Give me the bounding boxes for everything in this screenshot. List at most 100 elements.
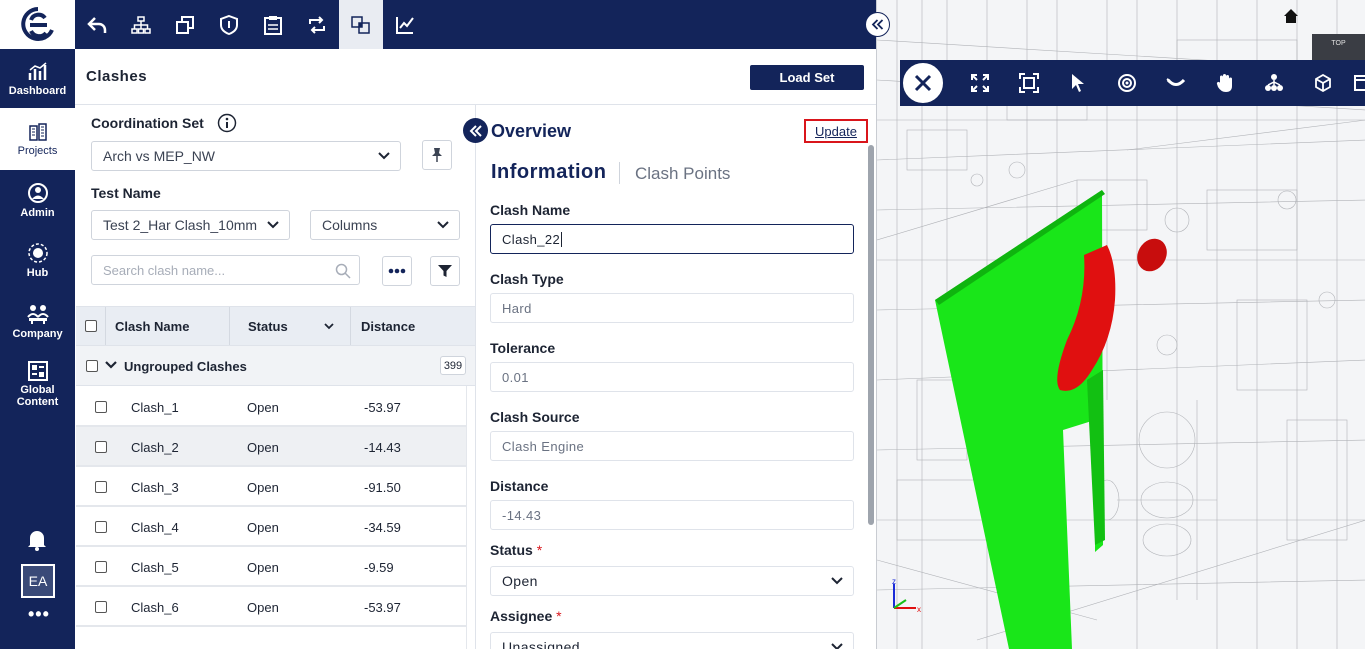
more-options-button[interactable] <box>382 256 412 286</box>
chart-check-icon <box>396 16 414 34</box>
home-view-button[interactable] <box>1283 8 1299 29</box>
test-name-select[interactable]: Test 2_Har Clash_10mm <box>91 210 290 240</box>
clash-name-value: Clash_22 <box>502 231 561 247</box>
axis-x-label: x <box>917 605 921 614</box>
col-status[interactable]: Status <box>230 307 351 345</box>
required-mark: * <box>556 608 562 624</box>
overview-title: Overview <box>491 121 572 141</box>
shield-button[interactable] <box>207 0 251 49</box>
row-distance: -9.59 <box>364 560 394 575</box>
chart-check-button[interactable] <box>383 0 427 49</box>
table-row[interactable]: Clash_6 Open -53.97 <box>76 587 466 627</box>
cursor-icon <box>1071 74 1084 92</box>
group-row-ungrouped[interactable]: Ungrouped Clashes 399 <box>76 346 475 386</box>
row-clash-name: Clash_2 <box>131 440 179 455</box>
distance-field[interactable]: -14.43 <box>490 500 854 530</box>
table-row[interactable]: Clash_4 Open -34.59 <box>76 507 466 547</box>
row-clash-name: Clash_4 <box>131 520 179 535</box>
clash-type-label: Clash Type <box>490 271 564 287</box>
nav-hub[interactable]: Hub <box>0 230 75 290</box>
update-link[interactable]: Update <box>804 119 868 143</box>
select-tool-button[interactable] <box>1053 60 1102 106</box>
select-all-checkbox[interactable] <box>84 320 97 332</box>
nav-projects[interactable]: Projects <box>0 108 75 170</box>
status-value: Open <box>502 573 538 589</box>
fit-view-button[interactable] <box>1004 60 1053 106</box>
section-box-button[interactable] <box>1298 60 1347 106</box>
pan-tool-button[interactable] <box>1200 60 1249 106</box>
view-cube[interactable]: TOP <box>1312 34 1365 60</box>
properties-button[interactable] <box>1347 60 1365 106</box>
tolerance-field[interactable]: 0.01 <box>490 362 854 392</box>
status-select[interactable]: Open <box>490 566 854 596</box>
table-row[interactable]: Clash_5 Open -9.59 <box>76 547 466 587</box>
status-label: Status * <box>490 542 542 558</box>
col-clash-name[interactable]: Clash Name <box>106 307 230 345</box>
nav-company[interactable]: Company <box>0 291 75 351</box>
coordination-set-select[interactable]: Arch vs MEP_NW <box>91 141 401 171</box>
detail-scrollbar[interactable] <box>868 145 874 525</box>
load-set-button[interactable]: Load Set <box>750 65 864 90</box>
row-checkbox[interactable] <box>95 521 107 533</box>
clash-name-label: Clash Name <box>490 202 571 218</box>
copy-button[interactable] <box>163 0 207 49</box>
group-checkbox[interactable] <box>86 360 98 372</box>
nav-global-content[interactable]: Global Content <box>0 352 75 416</box>
search-input[interactable]: Search clash name... <box>91 255 360 285</box>
report-button[interactable] <box>251 0 295 49</box>
pin-button[interactable] <box>422 140 452 170</box>
axis-gizmo: z x <box>884 577 926 623</box>
row-checkbox[interactable] <box>95 401 107 413</box>
fullscreen-button[interactable] <box>955 60 1004 106</box>
model-tree-button[interactable] <box>1249 60 1298 106</box>
clash-source-field[interactable]: Clash Engine <box>490 431 854 461</box>
row-checkbox[interactable] <box>95 441 107 453</box>
collapse-viewer-button[interactable] <box>865 12 890 37</box>
notifications-bell[interactable] <box>26 528 48 557</box>
pin-icon <box>432 148 442 162</box>
sync-button[interactable] <box>295 0 339 49</box>
table-row[interactable]: Clash_3 Open -91.50 <box>76 467 466 507</box>
row-checkbox[interactable] <box>95 601 107 613</box>
user-avatar[interactable]: EA <box>21 564 55 598</box>
info-icon[interactable] <box>217 113 237 138</box>
look-tool-button[interactable] <box>1151 60 1200 106</box>
more-horizontal-icon <box>388 268 406 274</box>
col-distance[interactable]: Distance <box>351 307 475 345</box>
coordination-set-value: Arch vs MEP_NW <box>103 148 216 164</box>
look-icon <box>1165 78 1185 86</box>
row-distance: -14.43 <box>364 440 401 455</box>
nav-admin[interactable]: Admin <box>0 170 75 230</box>
row-checkbox[interactable] <box>95 481 107 493</box>
orbit-tool-button[interactable] <box>1102 60 1151 106</box>
hierarchy-button[interactable] <box>119 0 163 49</box>
row-status: Open <box>247 440 279 455</box>
left-navigation: Dashboard Projects Admin Hub Company Glo… <box>0 0 75 649</box>
table-row[interactable]: Clash_1 Open -53.97 <box>76 387 466 427</box>
axis-z-label: z <box>892 578 896 586</box>
assignee-select[interactable]: Unassigned <box>490 632 854 649</box>
sync-icon <box>309 15 325 34</box>
clash-name-input[interactable]: Clash_22 <box>490 224 854 254</box>
distance-label: Distance <box>490 478 549 494</box>
chevron-down-icon <box>831 577 843 585</box>
chevron-down-icon <box>324 323 334 330</box>
tolerance-label: Tolerance <box>490 340 556 356</box>
undo-button[interactable] <box>75 0 119 49</box>
tab-clash-points[interactable]: Clash Points <box>635 164 730 184</box>
collapse-panel-button[interactable] <box>463 118 488 143</box>
table-scrollbar[interactable] <box>466 386 475 649</box>
nav-more-button[interactable]: ••• <box>28 604 50 625</box>
clash-detection-button[interactable] <box>339 0 383 49</box>
nav-dashboard[interactable]: Dashboard <box>0 49 75 109</box>
pipe-end <box>1137 238 1167 272</box>
row-checkbox[interactable] <box>95 561 107 573</box>
viewer-close-button[interactable] <box>901 61 945 105</box>
filter-button[interactable] <box>430 256 460 286</box>
app-logo[interactable] <box>0 0 75 49</box>
clash-type-field[interactable]: Hard <box>490 293 854 323</box>
tab-information[interactable]: Information <box>491 161 607 184</box>
table-row[interactable]: Clash_2 Open -14.43 <box>76 427 466 467</box>
orbit-icon <box>1117 74 1136 92</box>
columns-select[interactable]: Columns <box>310 210 460 240</box>
